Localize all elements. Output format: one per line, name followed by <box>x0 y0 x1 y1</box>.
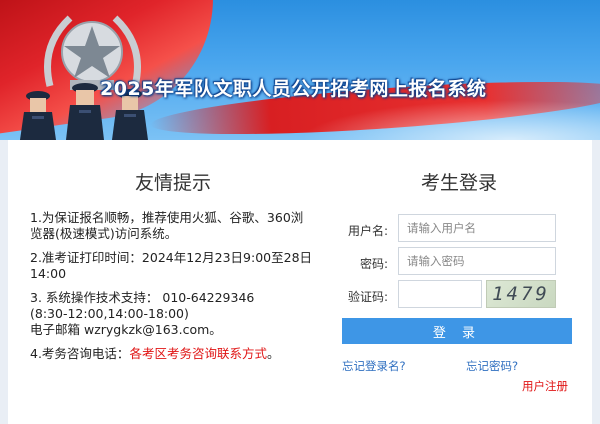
header-banner: 2025年军队文职人员公开招考网上报名系统 <box>0 0 600 140</box>
system-title: 2025年军队文职人员公开招考网上报名系统 <box>100 78 487 100</box>
tips-title: 友情提示 <box>134 172 211 194</box>
forgot-password-link[interactable]: 忘记密码? <box>466 358 518 374</box>
tech-support-phone: 3. 系统操作技术支持： 010-64229346 <box>30 290 255 305</box>
tip-admission-ticket: 2.准考证打印时间：2024年12月23日9:00至28日14:00 <box>30 250 313 281</box>
main-panel: 友情提示 1.为保证报名顺畅，推荐使用火狐、谷歌、360浏览器(极速模式)访问系… <box>8 140 592 424</box>
consult-contacts-link[interactable]: 各考区考务咨询联系方式 <box>129 346 267 361</box>
captcha-label: 验证码: <box>347 290 388 304</box>
username-label: 用户名: <box>347 224 388 238</box>
captcha-image[interactable]: 1479 <box>486 280 556 308</box>
login-title: 考生登录 <box>420 172 497 194</box>
tip-tech-support: 3. 系统操作技术支持： 010-64229346 (8:30-12:00,14… <box>30 290 315 338</box>
password-label: 密码: <box>359 257 388 271</box>
tech-support-hours: (8:30-12:00,14:00-18:00) <box>30 306 189 321</box>
login-panel: 考生登录 用户名: 密码: 验证码: 1479 登 录 忘记登录名? 忘记密码?… <box>336 140 582 424</box>
cloud-graphic <box>300 100 600 140</box>
captcha-input[interactable] <box>398 280 482 308</box>
password-input[interactable] <box>398 247 556 275</box>
username-input[interactable] <box>398 214 556 242</box>
forgot-username-link[interactable]: 忘记登录名? <box>342 358 406 374</box>
login-button[interactable]: 登 录 <box>342 318 572 344</box>
register-link[interactable]: 用户注册 <box>522 378 568 394</box>
tip-consult: 4.考务咨询电话：各考区考务咨询联系方式。 <box>30 346 315 362</box>
tip-browser: 1.为保证报名顺畅，推荐使用火狐、谷歌、360浏览器(极速模式)访问系统。 <box>30 210 304 241</box>
tech-support-email: 电子邮箱 wzrygkzk@163.com。 <box>30 322 222 337</box>
consult-prefix: 4.考务咨询电话： <box>30 346 130 361</box>
tips-panel: 友情提示 1.为保证报名顺畅，推荐使用火狐、谷歌、360浏览器(极速模式)访问系… <box>28 140 318 424</box>
consult-suffix: 。 <box>266 346 280 361</box>
